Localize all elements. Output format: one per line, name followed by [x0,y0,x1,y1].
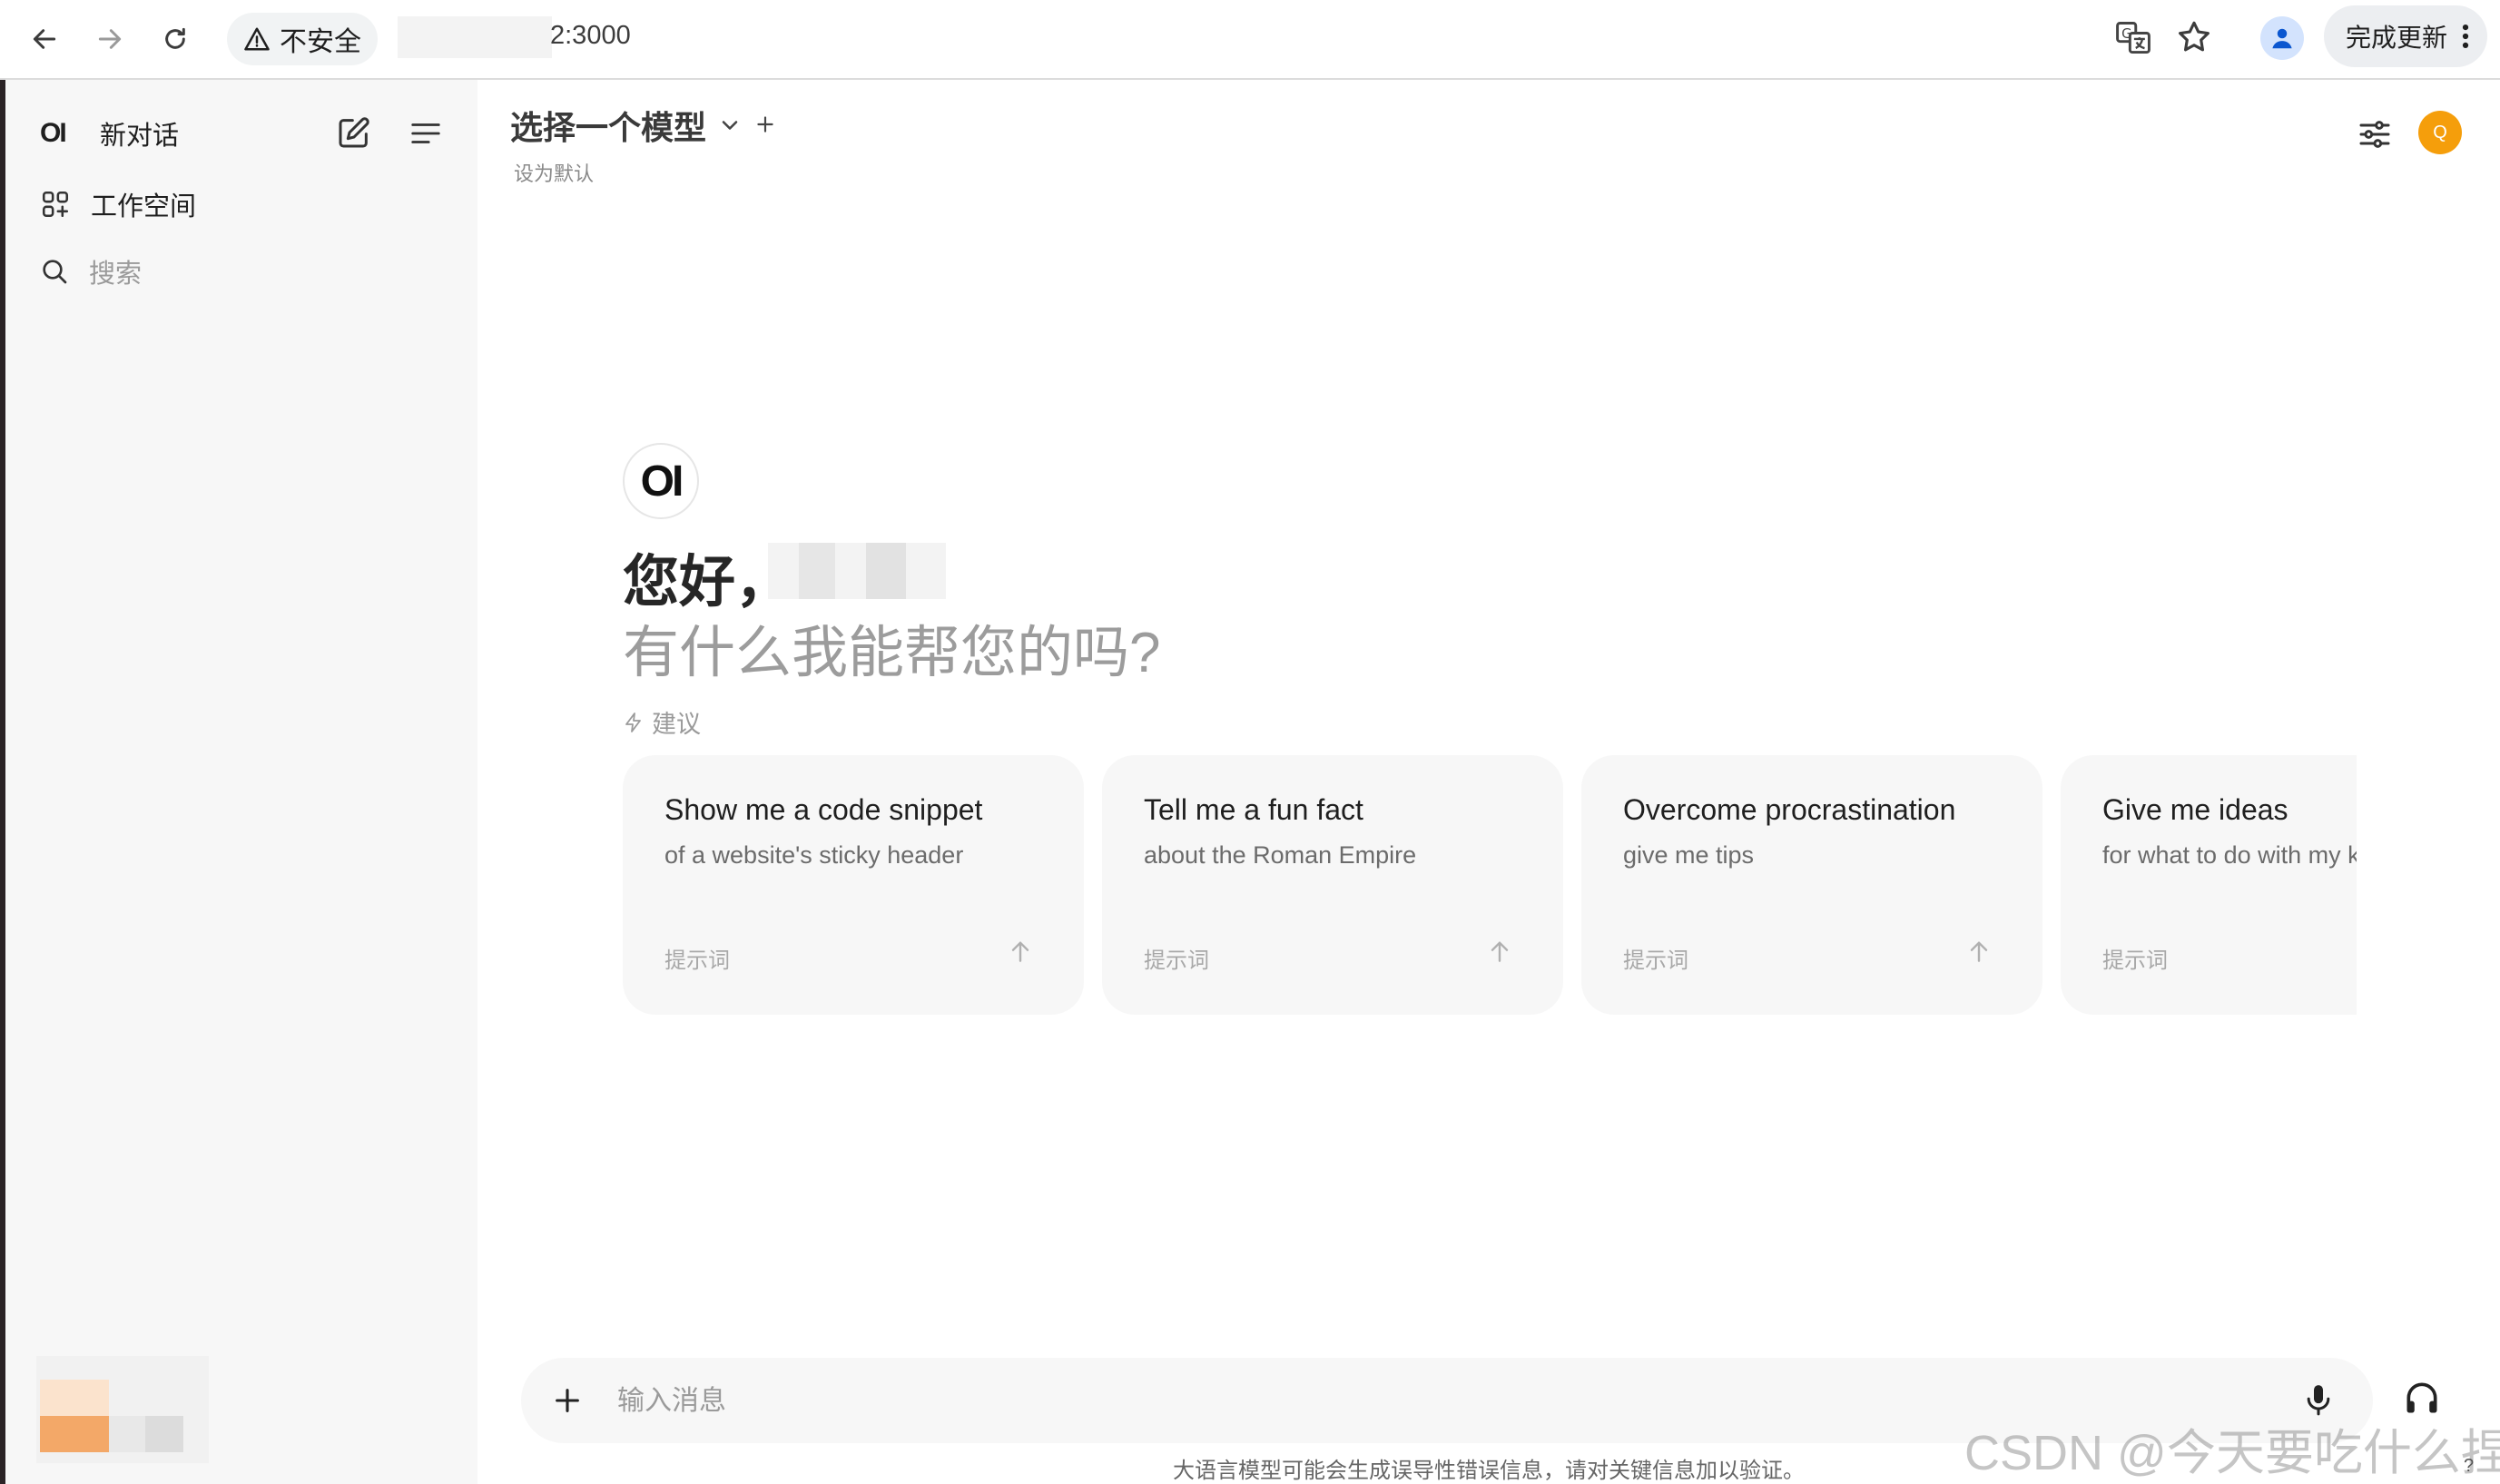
workspace-grid-icon [42,191,69,218]
set-default-link[interactable]: 设为默认 [514,158,594,187]
arrow-up-icon [1011,941,1029,962]
workspace-label: 工作空间 [91,192,197,221]
arrow-up-icon [1491,941,1509,962]
suggestion-title: Overcome procrastination [1623,793,1956,826]
model-selector-label: 选择一个模型 [510,109,707,146]
translate-button[interactable]: G [2113,18,2153,58]
sidebar-item-workspace[interactable]: 工作空间 [40,185,196,223]
more-vert-icon [2462,24,2469,49]
bolt-icon [625,712,641,732]
suggestion-footer: 提示词 [2102,948,2168,973]
suggestion-title: Give me ideas [2102,793,2288,826]
suggestion-card[interactable]: Overcome procrastination give me tips 提示… [1581,755,2042,1015]
reload-icon [165,27,185,49]
suggestion-title: Show me a code snippet [664,793,983,826]
suggestion-footer: 提示词 [664,948,730,973]
csdn-watermark: CSDN @今天要吃什么捏 [1964,1426,2500,1480]
star-icon [2179,21,2210,52]
suggestion-cards: Show me a code snippet of a website's st… [623,755,2357,1015]
forward-button[interactable] [87,16,133,62]
name-blur-a [799,543,835,599]
user-avatar[interactable]: Q [2418,111,2462,154]
plus-icon [757,116,773,133]
new-chat-label: 新对话 [100,122,180,151]
sidebar [0,80,477,1484]
translate-icon: G [2116,22,2151,54]
user-blur-b [40,1416,109,1452]
sliders-icon [2359,121,2390,148]
sidebar-new-chat[interactable]: OI 新对话 [40,114,179,152]
security-label: 不安全 [280,27,361,57]
arrow-up-icon [1970,941,1988,962]
chevron-down-icon [722,121,738,130]
window-edge [0,80,5,1484]
browser-toolbar: 不安全 2:3000 G 完成更新 [0,0,2500,80]
update-button[interactable]: 完成更新 [2324,5,2487,67]
update-label: 完成更新 [2346,24,2448,52]
suggestion-subtitle: give me tips [1623,841,1755,869]
name-blur-bg [768,543,946,599]
suggestion-title: Tell me a fun fact [1144,793,1363,826]
add-model-button[interactable] [753,113,777,136]
reload-button[interactable] [153,16,198,62]
greeting-text: 您好， [623,551,792,614]
name-blur-b [866,543,906,599]
suggestion-card[interactable]: Show me a code snippet of a website's st… [623,755,1084,1015]
suggestion-subtitle: for what to do with my k [2102,841,2357,869]
warning-icon [244,27,270,51]
assistant-logo: OI [623,443,699,519]
search-label: 搜索 [89,260,143,289]
user-blur-a [40,1380,109,1416]
help-button[interactable]: ? [2464,1456,2474,1477]
arrow-left-icon [33,29,56,49]
user-blur-c [109,1416,145,1452]
security-indicator[interactable]: 不安全 [227,13,378,65]
edit-icon [339,117,369,148]
suggestions-header: 建议 [623,704,701,740]
menu-icon [411,123,440,143]
new-chat-button[interactable] [336,114,372,151]
suggestion-subtitle: of a website's sticky header [664,841,964,869]
user-icon [2272,28,2292,49]
sidebar-search[interactable]: 搜索 [40,252,142,290]
model-selector[interactable]: 选择一个模型 [510,102,743,149]
arrow-right-icon [98,29,122,49]
suggestion-card[interactable]: Tell me a fun fact about the Roman Empir… [1102,755,1563,1015]
brand-logo: OI [40,118,67,148]
suggestion-footer: 提示词 [1623,948,1688,973]
url-redacted [398,16,552,58]
plus-icon [556,1389,579,1412]
url-text[interactable]: 2:3000 [550,21,631,51]
controls-button[interactable] [2357,116,2393,152]
profile-button[interactable] [2260,16,2304,60]
bookmark-button[interactable] [2175,18,2213,56]
sidebar-toggle-button[interactable] [408,116,443,151]
disclaimer-text: 大语言模型可能会生成误导性错误信息，请对关键信息加以验证。 [1173,1459,1805,1483]
back-button[interactable] [22,16,67,62]
search-icon [43,260,67,284]
suggestion-subtitle: about the Roman Empire [1144,841,1417,869]
suggestion-card[interactable]: Give me ideas for what to do with my k 提… [2061,755,2357,1015]
avatar-letter: Q [2433,122,2447,143]
user-blur-d [145,1416,183,1452]
attach-button[interactable] [552,1385,583,1416]
suggestions-label: 建议 [652,711,701,738]
subtitle-text: 有什么我能帮您的吗? [623,622,1161,684]
suggestion-footer: 提示词 [1144,948,1209,973]
username-redacted [768,543,946,599]
